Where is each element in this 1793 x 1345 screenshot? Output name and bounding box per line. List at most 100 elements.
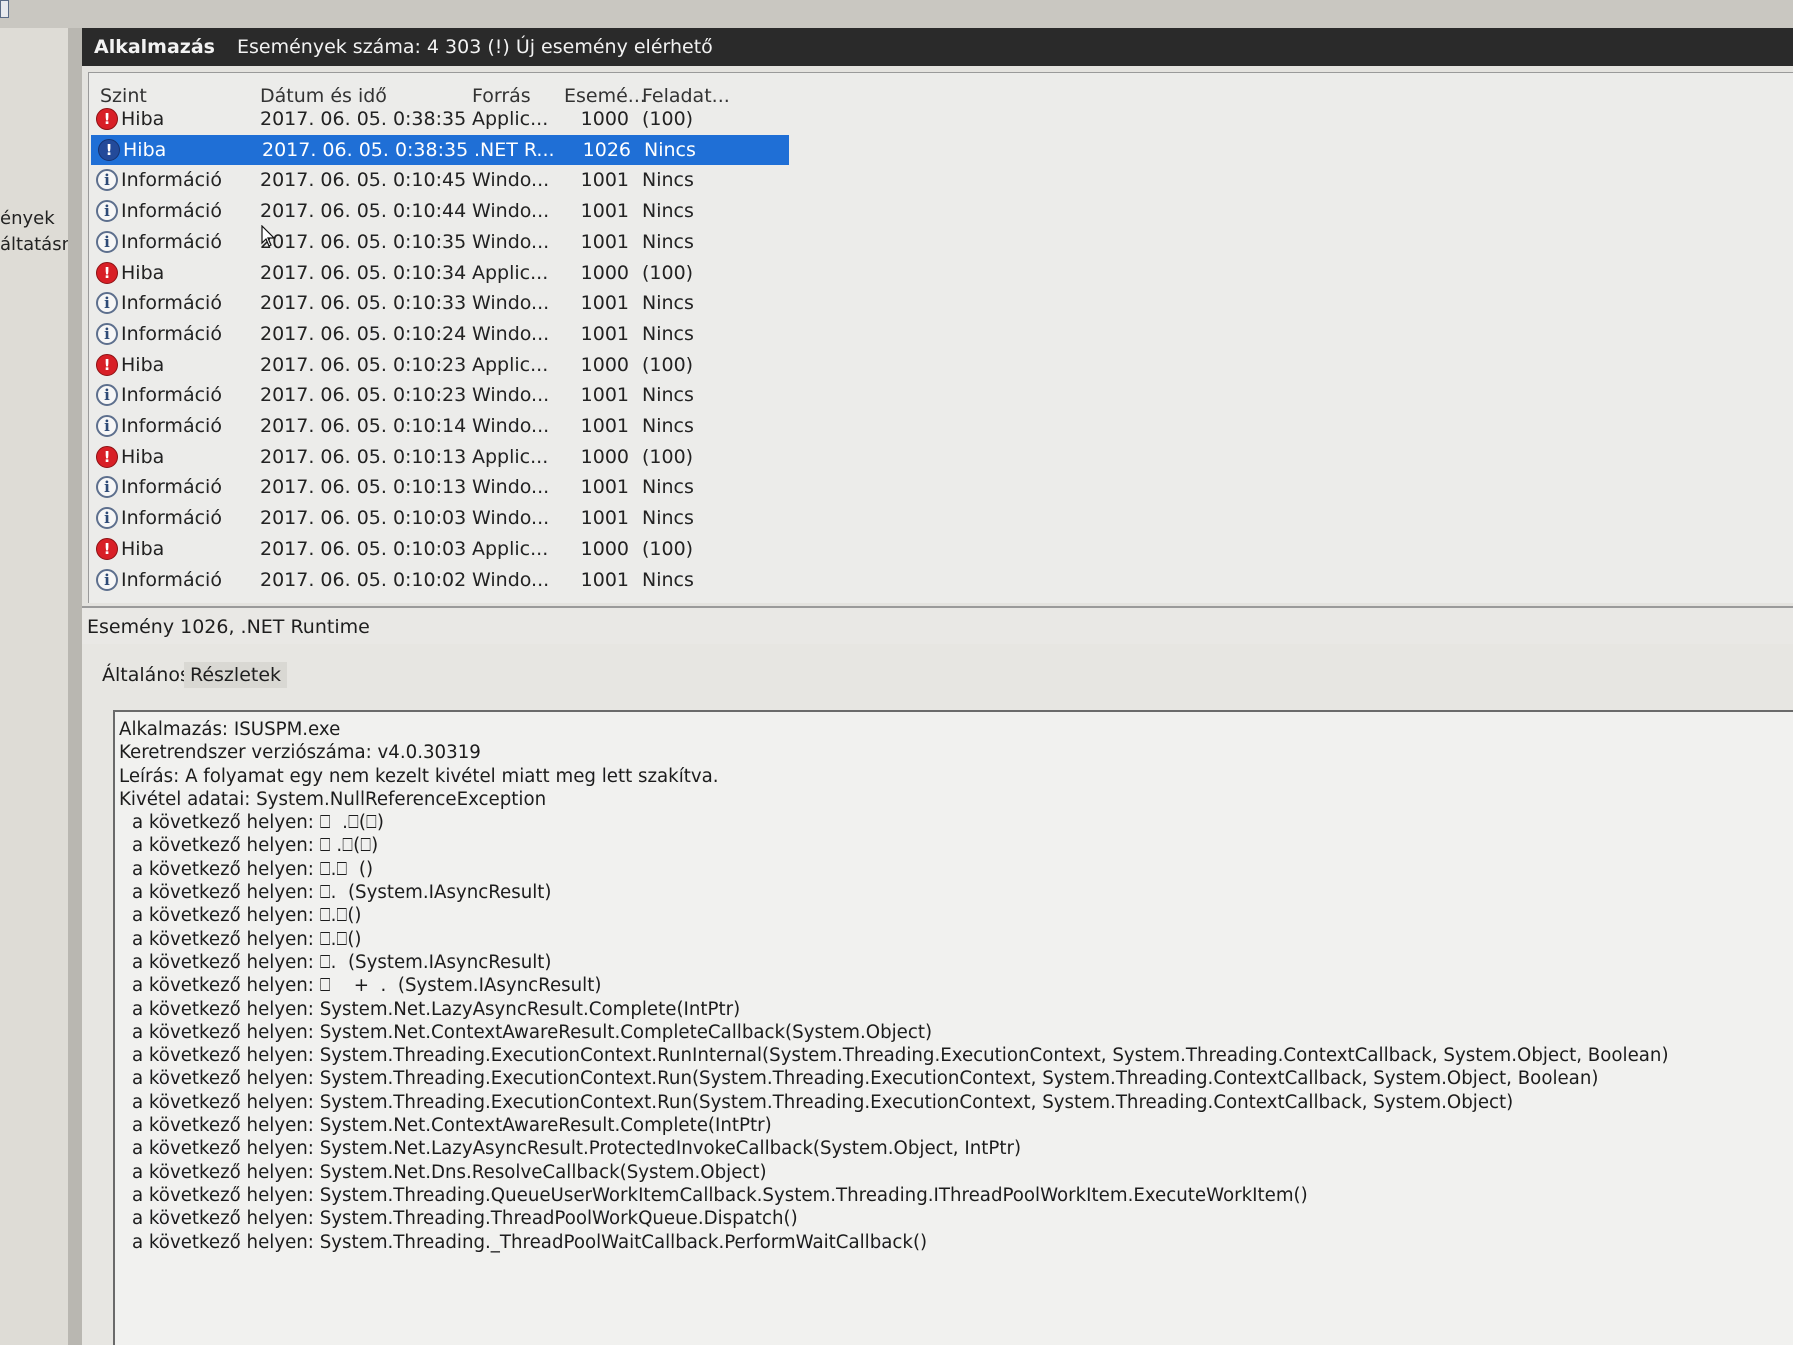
pane-divider[interactable] bbox=[68, 28, 82, 1345]
event-id-cell: 1000 bbox=[580, 261, 629, 284]
description-line: a következő helyen: ⎕ .⎕(⎕) bbox=[132, 835, 379, 857]
app-corner-icon bbox=[0, 0, 9, 18]
table-row[interactable]: i Információ 2017. 06. 05. 0:10:44 Windo...… bbox=[89, 196, 789, 226]
level-cell: Információ bbox=[121, 169, 222, 192]
source-cell: Windo... bbox=[472, 230, 550, 253]
task-category-cell: Nincs bbox=[644, 138, 696, 161]
task-category-cell: (100) bbox=[642, 537, 694, 560]
description-line: a következő helyen: System.Net.LazyAsync… bbox=[132, 1138, 1022, 1160]
table-row[interactable]: ! Hiba 2017. 06. 05. 0:38:35 Applic... 1000 (… bbox=[89, 104, 789, 134]
task-category-cell: Nincs bbox=[642, 200, 694, 223]
date-cell: 2017. 06. 05. 0:10:24 bbox=[260, 322, 467, 345]
table-row[interactable]: i Információ 2017. 06. 05. 0:10:14 Windo...… bbox=[89, 411, 789, 441]
description-line: a következő helyen: System.Threading.Thr… bbox=[132, 1208, 798, 1230]
tab-details[interactable]: Részletek bbox=[184, 662, 288, 688]
task-category-cell: (100) bbox=[642, 353, 694, 376]
source-cell: Windo... bbox=[472, 292, 550, 315]
source-cell: Applic... bbox=[472, 108, 549, 130]
table-row[interactable]: i Információ 2017. 06. 05. 0:10:02 Windo...… bbox=[89, 565, 789, 595]
description-line: a következő helyen: ⎕.⎕() bbox=[132, 905, 362, 927]
level-cell: Információ bbox=[121, 476, 222, 499]
source-cell: Windo... bbox=[472, 322, 550, 345]
tree-item-events[interactable]: ények bbox=[0, 208, 55, 229]
description-line: a következő helyen: System.Threading.Que… bbox=[132, 1184, 1308, 1206]
table-row[interactable]: i Információ 2017. 06. 05. 0:10:13 Windo...… bbox=[89, 472, 789, 502]
tab-general[interactable]: Általános bbox=[96, 662, 196, 688]
description-line: a következő helyen: System.Net.ContextAw… bbox=[132, 1115, 772, 1137]
task-category-cell: Nincs bbox=[642, 507, 694, 530]
event-description-text[interactable]: Alkalmazás: ISUSPM.exe Keretrendszer verz… bbox=[113, 710, 1793, 1345]
date-cell: 2017. 06. 05. 0:10:45 bbox=[260, 169, 467, 192]
description-line: a következő helyen: ⎕. (System.IAsyncRes… bbox=[132, 951, 552, 973]
description-line: a következő helyen: System.Net.Dns.Resol… bbox=[132, 1161, 767, 1183]
table-row[interactable]: i Információ 2017. 06. 05. 0:10:45 Windo...… bbox=[89, 165, 789, 195]
source-cell: Windo... bbox=[472, 568, 550, 591]
date-cell: 2017. 06. 05. 0:10:23 bbox=[260, 353, 467, 376]
task-category-cell: Nincs bbox=[642, 292, 694, 315]
table-row[interactable]: i Információ 2017. 06. 05. 0:10:03 Windo...… bbox=[89, 503, 789, 533]
table-row[interactable]: i Információ 2017. 06. 05. 0:10:33 Windo...… bbox=[89, 288, 789, 318]
description-line: Leírás: A folyamat egy nem kezelt kivéte… bbox=[119, 765, 719, 787]
table-row[interactable]: ! Hiba 2017. 06. 05. 0:10:03 Applic... 1000 (… bbox=[89, 534, 789, 564]
table-row[interactable]: ! Hiba 2017. 06. 05. 0:10:13 Applic... 1000 (… bbox=[89, 442, 789, 472]
source-cell: Applic... bbox=[472, 353, 549, 376]
task-category-cell: (100) bbox=[642, 108, 694, 130]
event-id-cell: 1001 bbox=[580, 476, 629, 499]
event-detail-panel: Általános Részletek Alkalmazás: ISUSPM.e… bbox=[82, 644, 1793, 1345]
source-cell: .NET R... bbox=[474, 138, 555, 161]
level-cell: Hiba bbox=[121, 108, 165, 130]
mouse-cursor-icon bbox=[261, 225, 275, 247]
error-icon: ! bbox=[96, 445, 118, 468]
event-id-cell: 1001 bbox=[580, 415, 629, 437]
error-icon: ! bbox=[96, 537, 118, 560]
level-cell: Információ bbox=[121, 384, 222, 407]
task-category-cell: Nincs bbox=[642, 568, 694, 591]
description-line: a következő helyen: ⎕ + . (System.IAsync… bbox=[132, 975, 602, 997]
level-cell: Információ bbox=[121, 507, 222, 530]
info-icon: i bbox=[96, 415, 118, 437]
log-title: Alkalmazás bbox=[94, 36, 215, 58]
date-cell: 2017. 06. 05. 0:10:13 bbox=[260, 445, 467, 468]
event-detail-title: Esemény 1026, .NET Runtime bbox=[87, 616, 370, 638]
table-row[interactable]: i Információ 2017. 06. 05. 0:10:35 Windo...… bbox=[89, 227, 789, 257]
event-id-cell: 1001 bbox=[580, 292, 629, 315]
level-cell: Hiba bbox=[123, 138, 167, 161]
description-line: a következő helyen: System.Threading.Exe… bbox=[132, 1045, 1669, 1067]
description-line: a következő helyen: System.Net.ContextAw… bbox=[132, 1021, 933, 1043]
table-row[interactable]: ! Hiba 2017. 06. 05. 0:10:34 Applic... 1000 (… bbox=[89, 258, 789, 288]
error-icon: ! bbox=[96, 108, 118, 130]
source-cell: Applic... bbox=[472, 445, 549, 468]
description-line: a következő helyen: System.Threading.Exe… bbox=[132, 1091, 1514, 1113]
table-row[interactable]: i Információ 2017. 06. 05. 0:10:24 Windo...… bbox=[89, 319, 789, 349]
event-id-cell: 1001 bbox=[580, 230, 629, 253]
date-cell: 2017. 06. 05. 0:10:44 bbox=[260, 200, 467, 223]
table-row[interactable]: i Információ 2017. 06. 05. 0:10:23 Windo...… bbox=[89, 380, 789, 410]
info-icon: i bbox=[96, 384, 118, 407]
task-category-cell: Nincs bbox=[642, 230, 694, 253]
date-cell: 2017. 06. 05. 0:38:35 bbox=[262, 138, 469, 161]
level-cell: Hiba bbox=[121, 261, 165, 284]
event-id-cell: 1000 bbox=[580, 108, 629, 130]
event-detail-title-bar: Esemény 1026, .NET Runtime bbox=[82, 606, 1793, 646]
top-strip bbox=[0, 0, 1793, 28]
description-line: Kivétel adatai: System.NullReferenceExce… bbox=[119, 788, 547, 810]
description-line: a következő helyen: ⎕. (System.IAsyncRes… bbox=[132, 882, 552, 904]
info-icon: i bbox=[96, 507, 118, 530]
source-cell: Applic... bbox=[472, 537, 549, 560]
task-category-cell: Nincs bbox=[642, 322, 694, 345]
level-cell: Információ bbox=[121, 322, 222, 345]
event-id-cell: 1001 bbox=[580, 384, 629, 407]
date-cell: 2017. 06. 05. 0:10:03 bbox=[260, 507, 467, 530]
description-line: a következő helyen: ⎕.⎕ () bbox=[132, 858, 374, 880]
info-icon: i bbox=[96, 322, 118, 345]
event-id-cell: 1000 bbox=[580, 445, 629, 468]
date-cell: 2017. 06. 05. 0:10:35 bbox=[260, 230, 467, 253]
info-icon: i bbox=[96, 200, 118, 223]
level-cell: Információ bbox=[121, 292, 222, 315]
tree-item-services[interactable]: áltatásn bbox=[0, 234, 73, 255]
table-row-selected[interactable]: ! Hiba 2017. 06. 05. 0:38:35 .NET R... 1026 N… bbox=[91, 134, 789, 165]
description-line: Alkalmazás: ISUSPM.exe bbox=[119, 719, 341, 740]
level-cell: Információ bbox=[121, 230, 222, 253]
table-row[interactable]: ! Hiba 2017. 06. 05. 0:10:23 Applic... 1000 (… bbox=[89, 350, 789, 380]
error-icon: ! bbox=[96, 261, 118, 284]
